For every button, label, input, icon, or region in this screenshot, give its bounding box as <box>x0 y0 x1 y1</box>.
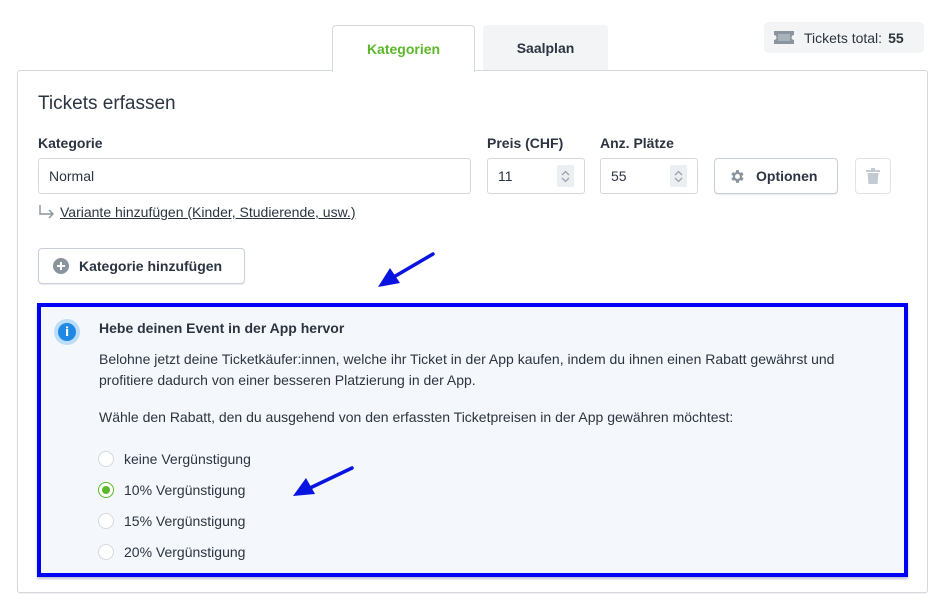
tickets-panel: Tickets erfassen Kategorie Normal Preis … <box>17 70 928 593</box>
category-value: Normal <box>49 168 95 184</box>
seats-value: 55 <box>611 168 627 184</box>
tickets-total-badge: Tickets total: 55 <box>764 22 924 53</box>
radio-label: 15% Vergünstigung <box>124 512 246 529</box>
chevron-down-icon <box>561 177 570 182</box>
app-promotion-box: i Hebe deinen Event in der App hervor Be… <box>37 303 908 577</box>
radio-label: 20% Vergünstigung <box>124 543 246 560</box>
info-title: Hebe deinen Event in der App hervor <box>99 320 345 336</box>
tickets-total-value: 55 <box>888 29 904 46</box>
options-label: Optionen <box>756 168 818 184</box>
seats-label: Anz. Plätze <box>600 135 674 151</box>
discount-option-none[interactable]: keine Vergünstigung <box>98 443 251 474</box>
radio-button[interactable] <box>98 450 114 467</box>
info-icon: i <box>54 319 80 345</box>
add-variant-link[interactable]: Variante hinzufügen (Kinder, Studierende… <box>60 204 355 220</box>
info-description: Belohne jetzt deine Ticketkäufer:innen, … <box>99 351 835 388</box>
price-value: 11 <box>498 168 513 184</box>
radio-button[interactable] <box>98 512 114 529</box>
radio-label: keine Vergünstigung <box>124 450 251 467</box>
category-label: Kategorie <box>38 135 103 151</box>
tab-kategorien[interactable]: Kategorien <box>332 25 475 72</box>
return-arrow-icon <box>39 205 54 219</box>
variant-link-row: Variante hinzufügen (Kinder, Studierende… <box>38 204 355 220</box>
chevron-up-icon <box>561 170 570 175</box>
radio-button-checked[interactable] <box>98 481 114 498</box>
tab-saalplan[interactable]: Saalplan <box>483 25 608 71</box>
ticket-icon <box>774 31 794 44</box>
discount-option-15[interactable]: 15% Vergünstigung <box>98 505 251 536</box>
tab-bar: Kategorien Saalplan <box>332 25 608 72</box>
seats-spinner[interactable] <box>670 165 687 187</box>
trash-icon <box>866 168 880 184</box>
gear-icon <box>731 169 744 183</box>
tickets-total-label: Tickets total: <box>804 29 883 46</box>
seats-input[interactable]: 55 <box>600 158 698 194</box>
delete-button[interactable] <box>855 158 891 194</box>
price-input[interactable]: 11 <box>487 158 585 194</box>
discount-radio-group: keine Vergünstigung 10% Vergünstigung 15… <box>98 443 251 567</box>
plus-circle-icon <box>53 258 69 274</box>
radio-button[interactable] <box>98 543 114 560</box>
category-input[interactable]: Normal <box>38 158 471 194</box>
panel-title: Tickets erfassen <box>38 93 176 114</box>
add-category-label: Kategorie hinzufügen <box>79 258 223 274</box>
chevron-down-icon <box>674 177 683 182</box>
radio-label: 10% Vergünstigung <box>124 481 246 498</box>
price-label: Preis (CHF) <box>487 135 564 151</box>
discount-option-10[interactable]: 10% Vergünstigung <box>98 474 251 505</box>
chevron-up-icon <box>674 170 683 175</box>
options-button[interactable]: Optionen <box>714 158 838 194</box>
price-spinner[interactable] <box>557 165 574 187</box>
discount-prompt: Wähle den Rabatt, den du ausgehend von d… <box>99 409 734 425</box>
discount-option-20[interactable]: 20% Vergünstigung <box>98 536 251 567</box>
add-category-button[interactable]: Kategorie hinzufügen <box>38 248 245 284</box>
